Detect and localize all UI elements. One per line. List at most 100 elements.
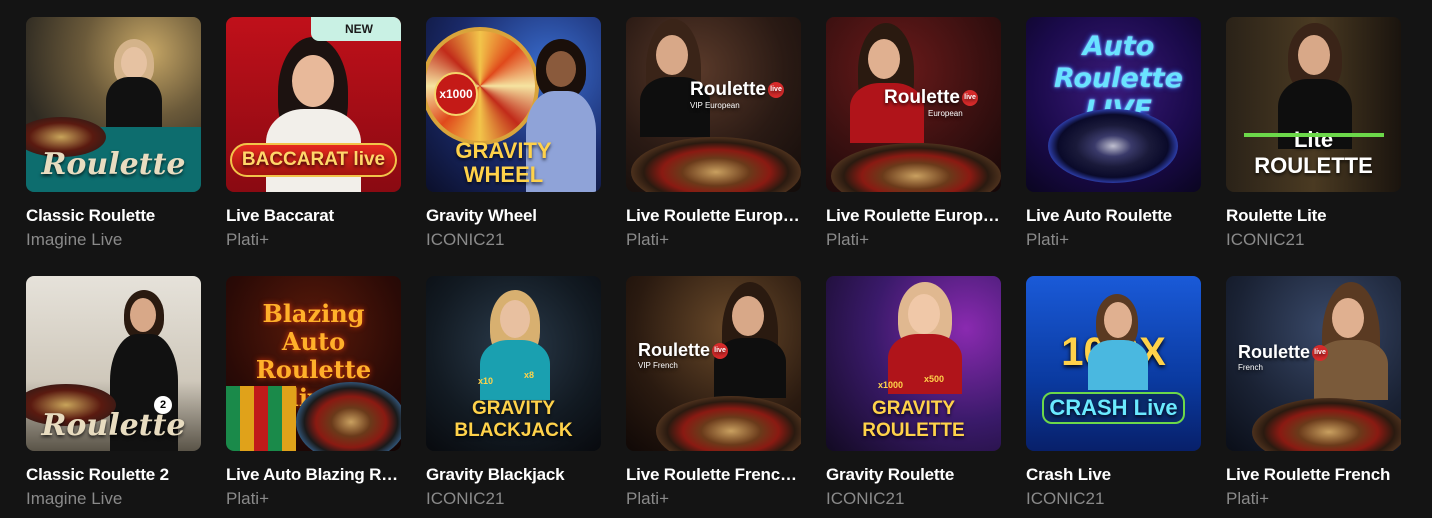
game-thumbnail[interactable]: x1000 GRAVITY WHEEL xyxy=(426,17,601,192)
live-icon: live xyxy=(768,81,784,98)
logo-bar xyxy=(1244,133,1384,137)
game-title[interactable]: Live Baccarat xyxy=(226,206,401,226)
logo-text: BACCARAT live xyxy=(229,143,398,177)
game-card[interactable]: Roulette live VIP French Live Roulette Fr… xyxy=(626,276,801,509)
dealer-body xyxy=(1088,340,1148,390)
dealer-head xyxy=(292,55,334,107)
game-title[interactable]: Gravity Roulette xyxy=(826,465,1001,485)
dealer-head xyxy=(121,47,147,79)
game-logo: GRAVITY WHEEL xyxy=(455,138,552,187)
game-logo: BACCARAT live xyxy=(226,143,401,177)
game-thumbnail[interactable]: Roulette xyxy=(26,17,201,192)
game-title[interactable]: Live Auto Blazing R… xyxy=(226,465,401,485)
dealer-head xyxy=(500,300,530,338)
game-title[interactable]: Roulette Lite xyxy=(1226,206,1401,226)
game-thumbnail[interactable]: Roulette live European xyxy=(826,17,1001,192)
game-card[interactable]: x10 x8 GRAVITY BLACKJACK Gravity Blackja… xyxy=(426,276,601,509)
game-title[interactable]: Live Roulette French… xyxy=(626,465,801,485)
game-logo: GRAVITY BLACKJACK xyxy=(454,398,573,441)
game-title[interactable]: Live Roulette Europ… xyxy=(826,206,1001,226)
game-card[interactable]: Blazing Auto Roulette live Live Auto Bla… xyxy=(226,276,401,509)
game-card[interactable]: Roulette Classic Roulette Imagine Live xyxy=(26,17,201,250)
game-title[interactable]: Gravity Blackjack xyxy=(426,465,601,485)
game-logo: Roulette live VIP French xyxy=(638,340,728,370)
game-card[interactable]: x1000 GRAVITY WHEEL Gravity Wheel ICONIC… xyxy=(426,17,601,250)
roulette-wheel xyxy=(631,137,801,192)
game-thumbnail[interactable]: Blazing Auto Roulette live xyxy=(226,276,401,451)
game-provider: ICONIC21 xyxy=(1026,489,1105,508)
roulette-wheel xyxy=(296,382,401,451)
game-provider: Plati+ xyxy=(1026,230,1069,249)
multiplier-label: x500 xyxy=(924,374,945,384)
game-thumbnail[interactable]: 10 0X CRASH Live xyxy=(1026,276,1201,451)
logo-text: Roulette xyxy=(638,340,710,360)
game-provider: ICONIC21 xyxy=(826,489,905,508)
live-icon: live xyxy=(962,89,978,106)
live-icon: live xyxy=(712,343,728,360)
game-logo: GRAVITY ROULETTE xyxy=(862,398,965,441)
dealer-head xyxy=(908,294,940,334)
game-card[interactable]: Auto Roulette LIVE Live Auto Roulette Pl… xyxy=(1026,17,1201,250)
game-provider: Plati+ xyxy=(226,230,269,249)
game-provider: Plati+ xyxy=(826,230,869,249)
logo-subtitle: French xyxy=(1238,363,1263,372)
game-card[interactable]: 2 Roulette Classic Roulette 2 Imagine Li… xyxy=(26,276,201,509)
game-provider: ICONIC21 xyxy=(1226,230,1305,249)
game-thumbnail[interactable]: x1000 x500 GRAVITY ROULETTE xyxy=(826,276,1001,451)
dealer-head xyxy=(546,51,576,87)
multiplier-label: x10 xyxy=(478,376,494,386)
dealer-head xyxy=(1332,298,1364,338)
dealer-head xyxy=(1104,302,1132,338)
multiplier-chip: x1000 xyxy=(434,72,478,116)
game-provider: Plati+ xyxy=(226,489,269,508)
game-card[interactable]: 10 0X CRASH Live Crash Live ICONIC21 xyxy=(1026,276,1201,509)
game-card[interactable]: BACCARAT live NEW Live Baccarat Plati+ xyxy=(226,17,401,250)
game-thumbnail[interactable]: BACCARAT live NEW xyxy=(226,17,401,192)
game-logo: Roulette live French xyxy=(1238,342,1328,372)
game-title[interactable]: Live Auto Roulette xyxy=(1026,206,1201,226)
game-card[interactable]: Lite ROULETTE Roulette Lite ICONIC21 xyxy=(1226,17,1401,250)
game-thumbnail[interactable]: Lite ROULETTE xyxy=(1226,17,1401,192)
game-provider: ICONIC21 xyxy=(426,489,505,508)
game-provider: Imagine Live xyxy=(26,230,123,249)
logo-subtitle: VIP European xyxy=(690,101,740,110)
game-card[interactable]: Roulette live French Live Roulette French… xyxy=(1226,276,1401,509)
game-provider: Plati+ xyxy=(1226,489,1269,508)
game-thumbnail[interactable]: 2 Roulette xyxy=(26,276,201,451)
multiplier-label: x1000 xyxy=(878,380,904,390)
game-logo: Roulette live VIP European xyxy=(690,79,784,110)
live-icon: live xyxy=(1312,345,1328,362)
dealer-head xyxy=(868,39,900,79)
game-title[interactable]: Crash Live xyxy=(1026,465,1201,485)
game-provider: ICONIC21 xyxy=(426,230,505,249)
game-title[interactable]: Classic Roulette xyxy=(26,206,201,226)
game-thumbnail[interactable]: Roulette live VIP French xyxy=(626,276,801,451)
game-title[interactable]: Gravity Wheel xyxy=(426,206,601,226)
game-provider: Plati+ xyxy=(626,230,669,249)
game-thumbnail[interactable]: Roulette live VIP European xyxy=(626,17,801,192)
game-thumbnail[interactable]: Roulette live French xyxy=(1226,276,1401,451)
game-title[interactable]: Live Roulette French xyxy=(1226,465,1401,485)
game-title[interactable]: Classic Roulette 2 xyxy=(26,465,201,485)
game-thumbnail[interactable]: x10 x8 GRAVITY BLACKJACK xyxy=(426,276,601,451)
game-logo: Roulette xyxy=(41,408,186,443)
game-logo: Roulette live European xyxy=(884,87,978,118)
logo-text: Roulette xyxy=(884,87,960,108)
game-provider: Imagine Live xyxy=(26,489,123,508)
dealer-head xyxy=(656,35,688,75)
game-card[interactable]: Roulette live European Live Roulette Euro… xyxy=(826,17,1001,250)
roulette-wheel xyxy=(656,396,801,451)
logo-subtitle: VIP French xyxy=(638,361,678,370)
dealer-head xyxy=(1298,35,1330,75)
multiplier-label: x8 xyxy=(524,370,535,380)
logo-text: Roulette xyxy=(690,79,766,100)
dealer-body xyxy=(480,340,550,400)
game-card[interactable]: x1000 x500 GRAVITY ROULETTE Gravity Roul… xyxy=(826,276,1001,509)
game-card[interactable]: Roulette live VIP European Live Roulette … xyxy=(626,17,801,250)
game-thumbnail[interactable]: Auto Roulette LIVE xyxy=(1026,17,1201,192)
chip-stacks xyxy=(226,386,296,451)
roulette-wheel xyxy=(1252,398,1401,451)
game-logo: CRASH Live xyxy=(1042,392,1185,424)
logo-subtitle: European xyxy=(928,109,963,118)
game-title[interactable]: Live Roulette Europ… xyxy=(626,206,801,226)
